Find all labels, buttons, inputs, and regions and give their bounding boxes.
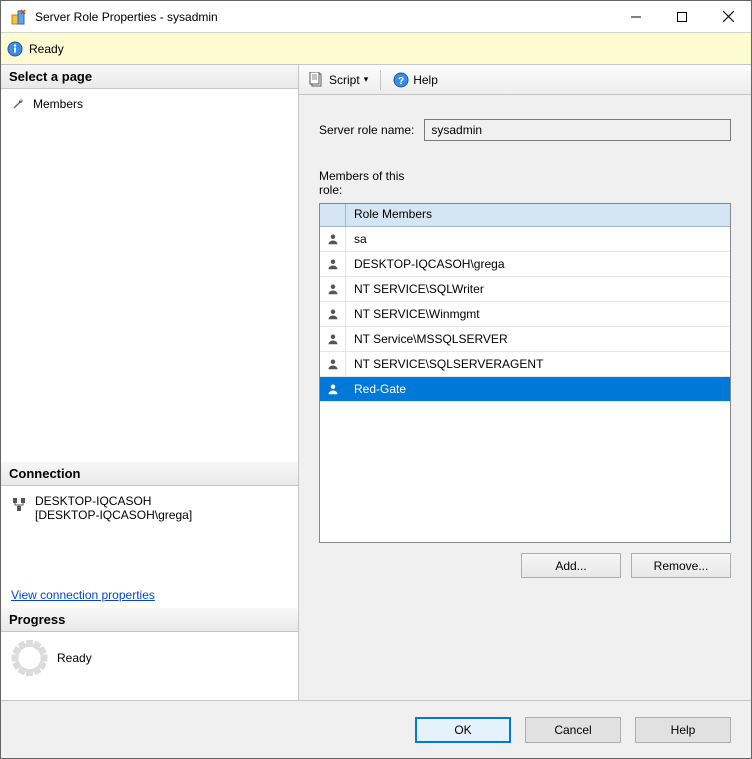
grid-header-icon-col (320, 204, 346, 226)
toolbar-separator (380, 70, 381, 90)
left-pane: Select a page Members Connection (1, 65, 299, 700)
member-name: sa (346, 227, 730, 251)
wrench-icon (11, 97, 25, 111)
member-name: NT SERVICE\SQLWriter (346, 277, 730, 301)
script-icon (309, 72, 325, 88)
user-icon (320, 352, 346, 376)
members-grid[interactable]: Role Members saDESKTOP-IQCASOH\gregaNT S… (319, 203, 731, 543)
script-label: Script (329, 73, 360, 87)
table-row[interactable]: Red-Gate (320, 377, 730, 402)
grid-header-name-col: Role Members (346, 204, 730, 226)
select-page-header: Select a page (1, 65, 298, 89)
member-name: DESKTOP-IQCASOH\grega (346, 252, 730, 276)
user-icon (320, 277, 346, 301)
add-button-label: Add... (555, 559, 586, 573)
status-text: Ready (29, 42, 64, 56)
titlebar[interactable]: Server Role Properties - sysadmin (1, 1, 751, 33)
chevron-down-icon: ▾ (364, 74, 369, 85)
user-icon (320, 327, 346, 351)
info-icon (7, 41, 23, 57)
table-row[interactable]: NT SERVICE\SQLWriter (320, 277, 730, 302)
table-row[interactable]: DESKTOP-IQCASOH\grega (320, 252, 730, 277)
toolbar: Script ▾ ? Help (299, 65, 751, 95)
table-row[interactable]: NT SERVICE\SQLSERVERAGENT (320, 352, 730, 377)
view-connection-properties-link[interactable]: View connection properties (1, 588, 298, 608)
member-name: Red-Gate (346, 377, 730, 401)
user-icon (320, 227, 346, 251)
cancel-button[interactable]: Cancel (525, 717, 621, 743)
help-button[interactable]: ? Help (389, 70, 442, 90)
ok-label: OK (454, 723, 471, 737)
svg-text:?: ? (398, 76, 404, 87)
connection-server: DESKTOP-IQCASOH (35, 494, 192, 508)
server-icon (11, 496, 27, 512)
table-row[interactable]: NT Service\MSSQLSERVER (320, 327, 730, 352)
user-icon (320, 377, 346, 401)
progress-header: Progress (1, 608, 298, 632)
dialog-button-bar: OK Cancel Help (1, 700, 751, 758)
help-dialog-label: Help (671, 723, 696, 737)
progress-spinner-icon (11, 640, 47, 676)
grid-header[interactable]: Role Members (320, 204, 730, 227)
remove-button[interactable]: Remove... (631, 553, 731, 578)
right-pane: Script ▾ ? Help Server role name: sysadm (299, 65, 751, 700)
role-name-field: sysadmin (424, 119, 731, 141)
cancel-label: Cancel (554, 723, 591, 737)
help-label: Help (413, 73, 438, 87)
user-icon (320, 302, 346, 326)
connection-header: Connection (1, 462, 298, 486)
members-label: Members of this role: (319, 169, 429, 197)
help-icon: ? (393, 72, 409, 88)
connection-user: [DESKTOP-IQCASOH\grega] (35, 508, 192, 522)
minimize-button[interactable] (613, 1, 659, 32)
role-name-label: Server role name: (319, 123, 414, 137)
connection-info: DESKTOP-IQCASOH [DESKTOP-IQCASOH\grega] (1, 486, 298, 528)
member-name: NT SERVICE\SQLSERVERAGENT (346, 352, 730, 376)
member-name: NT SERVICE\Winmgmt (346, 302, 730, 326)
table-row[interactable]: sa (320, 227, 730, 252)
remove-button-label: Remove... (654, 559, 709, 573)
table-row[interactable]: NT SERVICE\Winmgmt (320, 302, 730, 327)
dialog-window: Server Role Properties - sysadmin Ready … (0, 0, 752, 759)
progress-text: Ready (57, 651, 92, 665)
app-icon (11, 9, 27, 25)
page-members-label: Members (33, 97, 83, 111)
user-icon (320, 252, 346, 276)
ok-button[interactable]: OK (415, 717, 511, 743)
script-dropdown[interactable]: Script ▾ (305, 70, 372, 90)
member-name: NT Service\MSSQLSERVER (346, 327, 730, 351)
status-strip: Ready (1, 33, 751, 65)
window-title: Server Role Properties - sysadmin (35, 10, 218, 24)
page-members[interactable]: Members (11, 95, 288, 113)
close-button[interactable] (705, 1, 751, 32)
role-name-value: sysadmin (431, 123, 482, 137)
maximize-button[interactable] (659, 1, 705, 32)
help-dialog-button[interactable]: Help (635, 717, 731, 743)
add-button[interactable]: Add... (521, 553, 621, 578)
